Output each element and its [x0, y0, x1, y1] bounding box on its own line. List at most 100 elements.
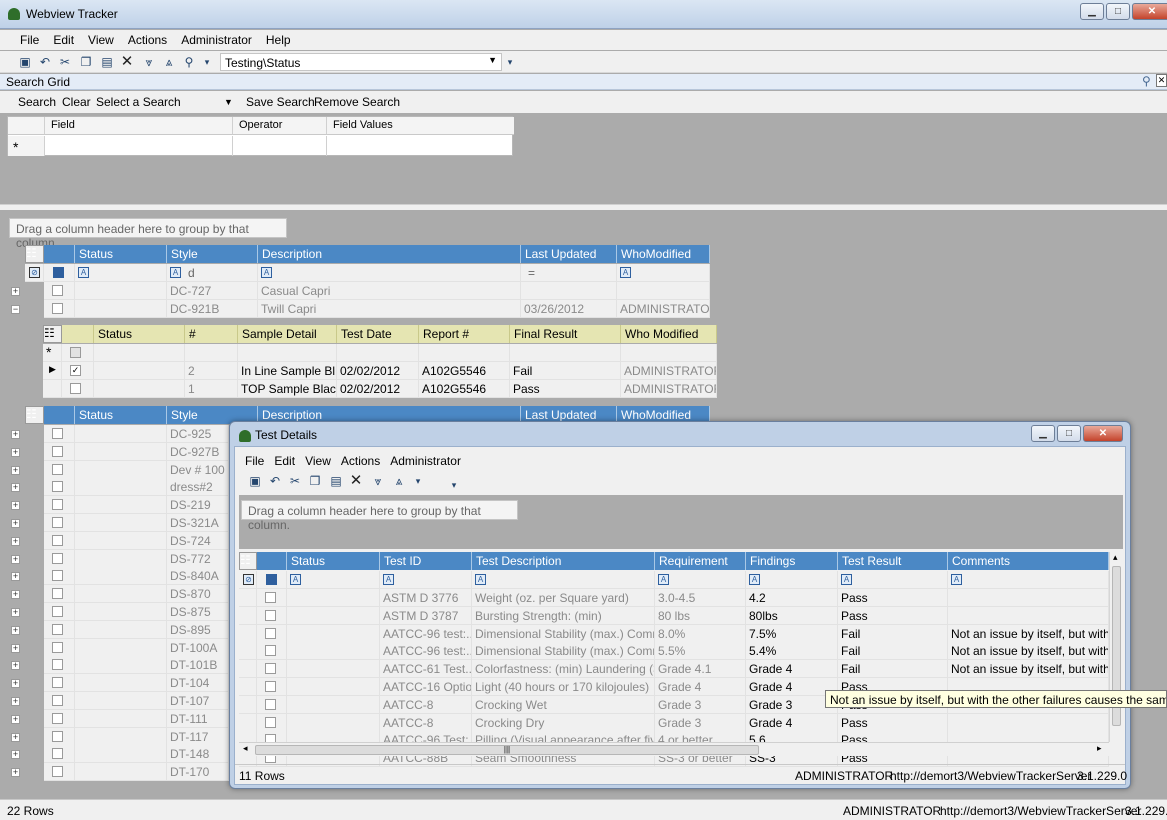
field-values-column-header[interactable]: Field Values: [327, 117, 514, 135]
remove-search-button[interactable]: Remove Search: [314, 95, 400, 109]
row-checkbox[interactable]: [52, 659, 63, 671]
dialog-dropdown-arrow-icon[interactable]: ▾: [411, 474, 425, 488]
child-column-chooser-icon[interactable]: ☷: [43, 325, 62, 343]
filter-text-icon[interactable]: A: [658, 574, 669, 585]
child-row-checkbox[interactable]: [70, 383, 81, 394]
dropdown-arrow-icon[interactable]: ▾: [200, 55, 214, 69]
row-checkbox[interactable]: [52, 766, 63, 778]
expand-row-toggle[interactable]: +: [11, 697, 20, 706]
dialog-filter-clear-icon[interactable]: ⊘: [243, 574, 254, 585]
expand-row-toggle[interactable]: +: [11, 732, 20, 742]
expand-row-toggle[interactable]: +: [11, 536, 20, 546]
splitter[interactable]: [0, 204, 1167, 210]
expand-row-toggle[interactable]: +: [11, 572, 20, 582]
row-checkbox[interactable]: [52, 588, 63, 600]
filter-text-icon[interactable]: A: [78, 267, 89, 278]
child-new-test-date[interactable]: [337, 344, 419, 362]
collapse-all-icon[interactable]: ⩓: [162, 55, 176, 69]
group-by-area[interactable]: Drag a column header here to group by th…: [9, 218, 287, 250]
select-search-chevron-icon[interactable]: ▼: [224, 97, 233, 107]
child-new-checkbox[interactable]: [70, 347, 81, 358]
status-filter-icon[interactable]: [53, 267, 64, 278]
row-checkbox[interactable]: [52, 695, 63, 706]
filter-text-icon[interactable]: A: [749, 574, 760, 585]
menu-edit[interactable]: Edit: [46, 30, 81, 47]
dialog-delete-icon[interactable]: ✕: [349, 473, 363, 488]
vertical-scrollbar[interactable]: ▴: [1109, 552, 1123, 742]
row-checkbox[interactable]: [52, 481, 63, 493]
save-icon[interactable]: ▣: [18, 55, 32, 69]
dialog-cut-icon[interactable]: ✂: [288, 474, 302, 488]
dialog-header-test-id[interactable]: Test ID: [380, 552, 472, 570]
copy-icon[interactable]: ❐: [79, 55, 93, 69]
filter-text-icon[interactable]: A: [261, 267, 272, 278]
row-checkbox[interactable]: [52, 428, 63, 439]
search-button[interactable]: Search: [18, 95, 56, 109]
row-checkbox[interactable]: [52, 606, 63, 617]
minimize-button[interactable]: ▁: [1080, 3, 1104, 20]
menu-administrator[interactable]: Administrator: [174, 30, 259, 47]
menu-help[interactable]: Help: [259, 30, 298, 47]
close-button[interactable]: ✕: [1132, 3, 1167, 20]
dialog-undo-icon[interactable]: ↶: [268, 474, 282, 488]
row-checkbox[interactable]: [52, 570, 63, 582]
dialog-filter-test-result[interactable]: [838, 571, 948, 589]
horizontal-scrollbar[interactable]: ◂ ||| ▸: [239, 742, 1109, 756]
delete-icon[interactable]: ✕: [120, 54, 134, 69]
dialog-copy-icon[interactable]: ❐: [308, 474, 322, 488]
expand-row-toggle[interactable]: +: [11, 501, 20, 511]
header-status[interactable]: Status: [75, 245, 167, 263]
child-new-sample-detail[interactable]: [238, 344, 337, 362]
row-checkbox[interactable]: [52, 285, 63, 296]
menu-file[interactable]: File: [13, 30, 46, 47]
child-header-status[interactable]: Status: [94, 325, 185, 343]
child-new-final-result[interactable]: [510, 344, 621, 362]
scroll-up-icon[interactable]: ▴: [1113, 552, 1118, 563]
expand-row-toggle[interactable]: +: [11, 643, 20, 653]
horizontal-scroll-thumb[interactable]: |||: [255, 745, 759, 755]
expand-row-toggle[interactable]: +: [11, 625, 20, 635]
save-search-button[interactable]: Save Search: [246, 95, 315, 109]
dialog-paste-icon[interactable]: ▤: [329, 474, 343, 488]
child-new-report-num[interactable]: [419, 344, 510, 362]
header-status-1[interactable]: Status: [75, 406, 167, 424]
dialog-expand-all-icon[interactable]: ⩔: [371, 474, 385, 488]
dialog-menu-edit[interactable]: Edit: [274, 454, 295, 468]
header-who-modified[interactable]: WhoModified: [617, 245, 710, 263]
dialog-column-chooser-icon[interactable]: ☷: [239, 552, 257, 570]
row-checkbox[interactable]: [52, 517, 63, 528]
paste-icon[interactable]: ▤: [100, 55, 114, 69]
row-checkbox[interactable]: [52, 499, 63, 511]
child-new-status[interactable]: [94, 344, 185, 362]
child-new-num[interactable]: [185, 344, 238, 362]
expand-row-toggle[interactable]: +: [11, 483, 20, 493]
row-checkbox[interactable]: [52, 677, 63, 689]
child-header-who-modified[interactable]: Who Modified: [621, 325, 717, 343]
menu-view[interactable]: View: [81, 30, 121, 47]
overflow-arrow-icon[interactable]: ▾: [503, 55, 517, 69]
row-checkbox[interactable]: [52, 552, 63, 564]
clear-button[interactable]: Clear: [62, 95, 91, 109]
menu-actions[interactable]: Actions: [121, 30, 174, 47]
operator-input[interactable]: [233, 136, 327, 156]
row-checkbox[interactable]: [52, 534, 63, 546]
child-header-sample-detail[interactable]: Sample Detail: [238, 325, 337, 343]
find-icon[interactable]: ⚲: [182, 55, 196, 69]
dialog-save-icon[interactable]: ▣: [248, 474, 262, 488]
row-checkbox[interactable]: [52, 748, 63, 760]
dialog-row-checkbox[interactable]: [265, 716, 276, 728]
expand-row-toggle[interactable]: +: [11, 465, 20, 475]
expand-row-toggle[interactable]: −: [11, 305, 20, 314]
child-header-num[interactable]: #: [185, 325, 238, 343]
dialog-menu-actions[interactable]: Actions: [341, 454, 380, 468]
dialog-row-checkbox[interactable]: [265, 698, 276, 710]
dialog-close-button[interactable]: ✕: [1083, 425, 1123, 442]
dialog-header-comments[interactable]: Comments: [948, 552, 1109, 570]
child-header-final-result[interactable]: Final Result: [510, 325, 621, 343]
expand-row-toggle[interactable]: +: [11, 750, 20, 760]
dialog-header-findings[interactable]: Findings: [746, 552, 838, 570]
child-header-report-num[interactable]: Report #: [419, 325, 510, 343]
dialog-menu-view[interactable]: View: [305, 454, 331, 468]
dialog-minimize-button[interactable]: ▁: [1031, 425, 1055, 442]
maximize-button[interactable]: □: [1106, 3, 1130, 20]
